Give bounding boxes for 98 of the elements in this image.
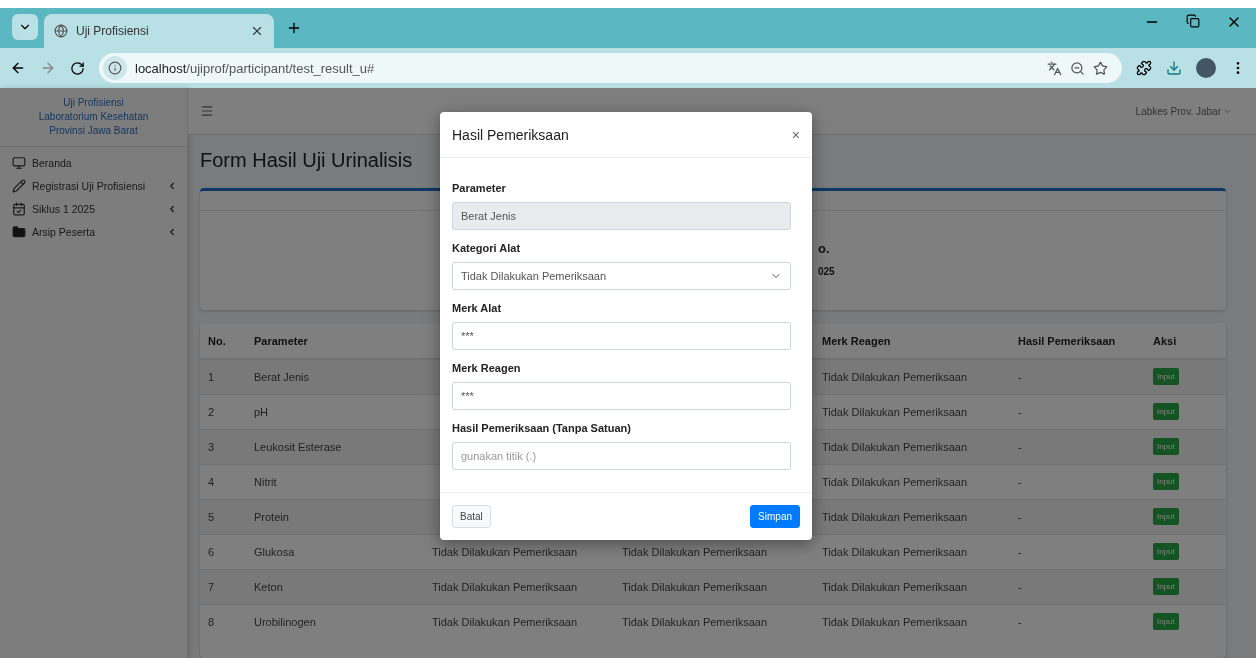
- profile-avatar[interactable]: [1196, 58, 1216, 78]
- sidebar-item[interactable]: Arsip Peserta: [0, 220, 187, 243]
- table-cell: 1: [208, 370, 215, 383]
- pen-icon: [12, 178, 26, 193]
- address-field[interactable]: localhost/ujiprof/participant/test_result_u#: [99, 53, 1122, 83]
- back-icon[interactable]: [10, 60, 26, 76]
- table-cell: -: [1018, 370, 1022, 383]
- table-cell: Tidak Dilakukan Pemeriksaan: [432, 545, 578, 558]
- info-text: 025: [818, 266, 836, 277]
- brand-text: Uji Profisiensi: [63, 96, 124, 110]
- table-cell: -: [1018, 475, 1022, 488]
- field-label: Merk Reagen: [452, 362, 522, 374]
- table-cell: Keton: [254, 580, 283, 593]
- input-field[interactable]: ***: [452, 322, 791, 350]
- table-cell: Tidak Dilakukan Pemeriksaan: [822, 615, 968, 628]
- tab-title: Uji Profisiensi: [76, 24, 150, 38]
- field-label: Parameter: [452, 182, 507, 194]
- field-label: Hasil Pemeriksaan (Tanpa Satuan): [452, 422, 632, 434]
- table-cell: -: [1018, 580, 1022, 593]
- input-button[interactable]: Input: [1153, 438, 1179, 455]
- new-tab-icon[interactable]: [286, 20, 302, 36]
- table-cell: Tidak Dilakukan Pemeriksaan: [822, 370, 968, 383]
- table-cell: Tidak Dilakukan Pemeriksaan: [622, 545, 768, 558]
- sidebar-item[interactable]: Siklus 1 2025: [0, 197, 187, 220]
- sidebar-item[interactable]: Beranda: [0, 151, 187, 174]
- table-cell: Tidak Dilakukan Pemeriksaan: [622, 580, 768, 593]
- close-icon[interactable]: [250, 24, 264, 38]
- star-icon[interactable]: [1093, 60, 1108, 76]
- table-cell: -: [1018, 405, 1022, 418]
- column-header: Parameter: [254, 334, 308, 347]
- brand-text: Laboratorium Kesehatan: [38, 110, 149, 124]
- table-cell: Tidak Dilakukan Pemeriksaan: [822, 510, 968, 523]
- input-field[interactable]: gunakan titik (.): [452, 442, 791, 470]
- table-cell: Tidak Dilakukan Pemeriksaan: [822, 545, 968, 558]
- table-cell: 2: [208, 405, 215, 418]
- table-cell: Tidak Dilakukan Pemeriksaan: [432, 580, 578, 593]
- input-button[interactable]: Input: [1153, 403, 1179, 420]
- browser-tab[interactable]: Uji Profisiensi: [44, 14, 274, 48]
- table-cell: 7: [208, 580, 215, 593]
- table-cell: 6: [208, 545, 215, 558]
- input-button[interactable]: Input: [1153, 543, 1179, 560]
- table-cell: pH: [254, 405, 269, 418]
- input-button[interactable]: Input: [1153, 578, 1179, 595]
- table-cell: Urobilinogen: [254, 615, 316, 628]
- monitor-icon: [12, 155, 26, 170]
- table-cell: Tidak Dilakukan Pemeriksaan: [822, 580, 968, 593]
- close-button[interactable]: ×: [791, 126, 800, 143]
- table-cell: 8: [208, 615, 215, 628]
- calendar-icon: [12, 201, 26, 216]
- zoom-out-icon[interactable]: [1070, 60, 1085, 76]
- table-cell: Berat Jenis: [254, 370, 310, 383]
- field-label: Merk Alat: [452, 302, 503, 314]
- table-cell: Protein: [254, 510, 289, 523]
- url-text: localhost/ujiprof/participant/test_result_u#: [135, 60, 376, 76]
- reload-icon[interactable]: [70, 60, 85, 76]
- cancel-button[interactable]: Batal: [452, 505, 491, 528]
- table-cell: Glukosa: [254, 545, 295, 558]
- restore-icon[interactable]: [1186, 14, 1200, 28]
- column-header: Merk Reagen: [822, 334, 891, 347]
- sidebar-item[interactable]: Registrasi Uji Profisiensi: [0, 174, 187, 197]
- table-cell: Tidak Dilakukan Pemeriksaan: [622, 615, 768, 628]
- user-menu[interactable]: Labkes Prov. Jabar: [1135, 105, 1244, 117]
- save-button[interactable]: Simpan: [750, 505, 800, 528]
- table-cell: Nitrit: [254, 475, 277, 488]
- readonly-field: Berat Jenis: [452, 202, 791, 230]
- page-title: Form Hasil Uji Urinalisis: [199, 148, 414, 173]
- table-cell: 4: [208, 475, 215, 488]
- info-text: o.: [818, 241, 831, 256]
- globe-icon: [54, 24, 68, 38]
- input-button[interactable]: Input: [1153, 368, 1179, 386]
- table-cell: -: [1018, 545, 1022, 558]
- column-header: Aksi: [1153, 334, 1177, 347]
- table-cell: 5: [208, 510, 215, 523]
- folder-icon: [12, 224, 26, 239]
- modal-title: Hasil Pemeriksaan: [452, 126, 569, 143]
- column-header: No.: [208, 334, 226, 347]
- table-cell: -: [1018, 510, 1022, 523]
- table-cell: 3: [208, 440, 215, 453]
- table-cell: -: [1018, 440, 1022, 453]
- table-cell: Leukosit Esterase: [254, 440, 342, 453]
- input-button[interactable]: Input: [1153, 508, 1179, 525]
- input-field[interactable]: ***: [452, 382, 791, 410]
- input-button[interactable]: Input: [1153, 613, 1179, 631]
- download-icon[interactable]: [1166, 60, 1182, 76]
- input-button[interactable]: Input: [1153, 473, 1179, 490]
- brand-text: Provinsi Jawa Barat: [49, 124, 138, 138]
- column-header: Hasil Pemeriksaan: [1018, 334, 1116, 347]
- table-cell: Tidak Dilakukan Pemeriksaan: [822, 440, 968, 453]
- tab-list-button[interactable]: [12, 14, 38, 40]
- extensions-icon[interactable]: [1136, 60, 1152, 76]
- table-cell: Tidak Dilakukan Pemeriksaan: [822, 475, 968, 488]
- table-cell: -: [1018, 615, 1022, 628]
- info-icon: [108, 61, 122, 75]
- table-cell: Tidak Dilakukan Pemeriksaan: [822, 405, 968, 418]
- field-label: Kategori Alat: [452, 242, 522, 254]
- translate-icon[interactable]: [1047, 60, 1062, 76]
- select-field[interactable]: Tidak Dilakukan Pemeriksaan: [452, 262, 791, 290]
- table-cell: Tidak Dilakukan Pemeriksaan: [432, 615, 578, 628]
